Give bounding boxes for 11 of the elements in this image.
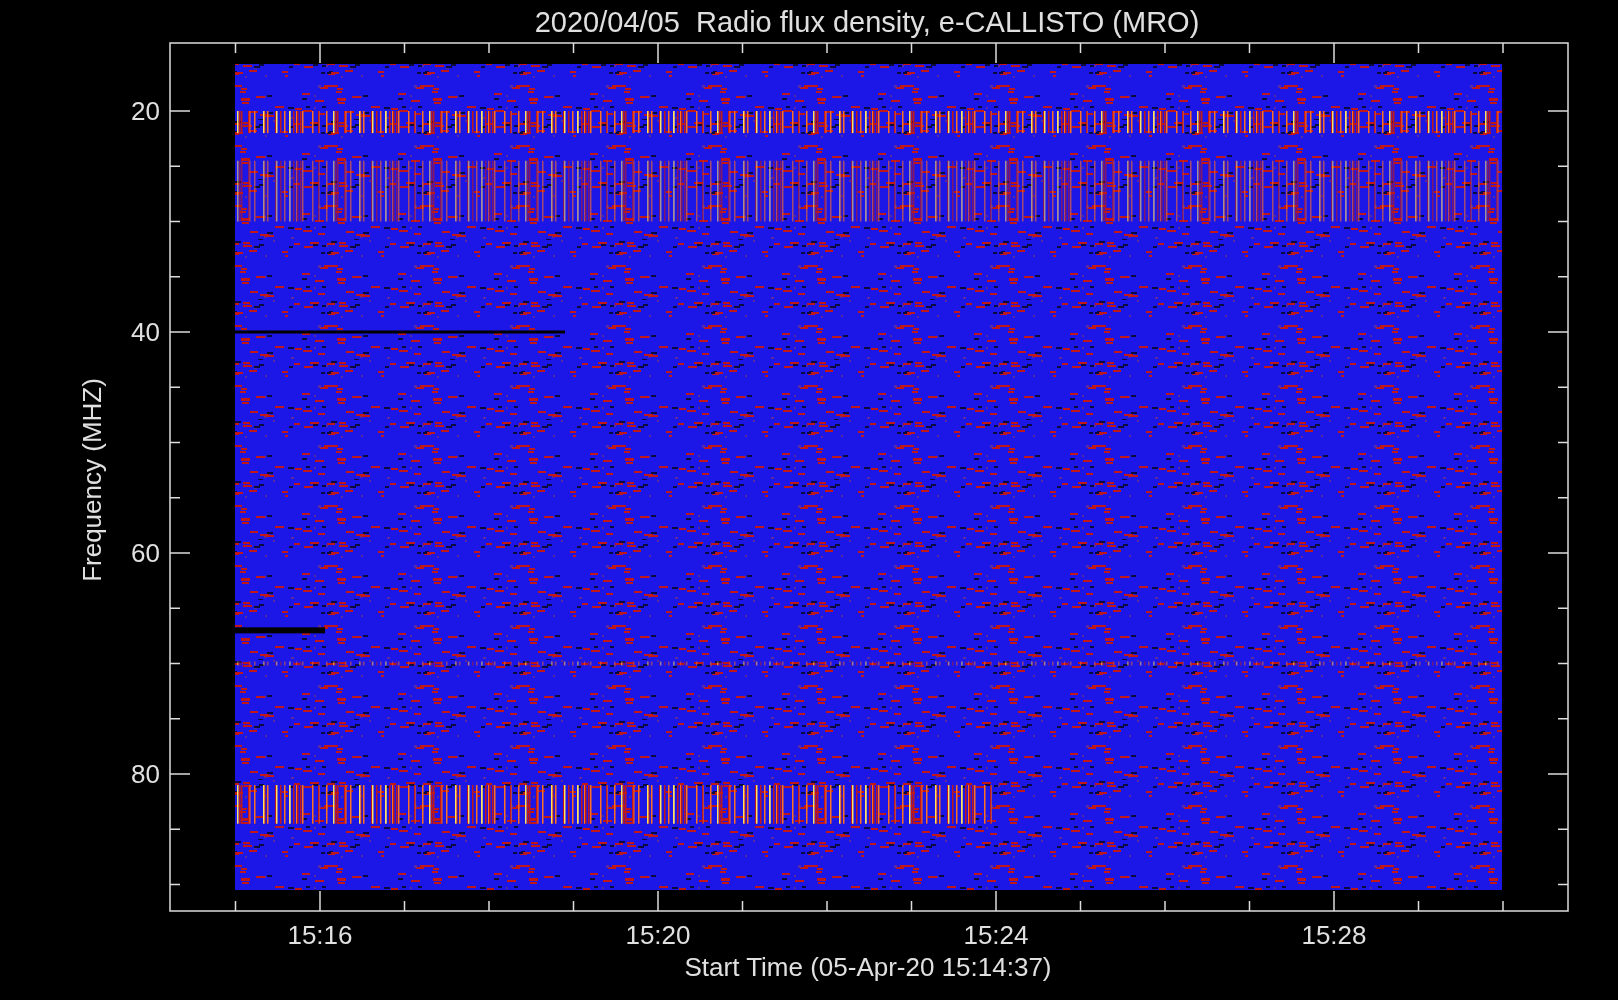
x-tick-label: 15:16 <box>287 920 353 950</box>
y-axis-title: Frequency (MHZ) <box>77 378 107 582</box>
y-tick-label: 20 <box>131 96 160 126</box>
x-tick-label: 15:24 <box>963 920 1029 950</box>
y-tick-label: 60 <box>131 538 160 568</box>
x-axis-title: Start Time (05-Apr-20 15:14:37) <box>684 952 1052 982</box>
x-tick-label: 15:28 <box>1301 920 1367 950</box>
y-tick-label: 80 <box>131 759 160 789</box>
x-tick-label: 15:20 <box>625 920 691 950</box>
chart-title: 2020/04/05 Radio flux density, e-CALLISTO (MRO) <box>534 6 1200 38</box>
y-tick-label: 40 <box>131 317 160 347</box>
